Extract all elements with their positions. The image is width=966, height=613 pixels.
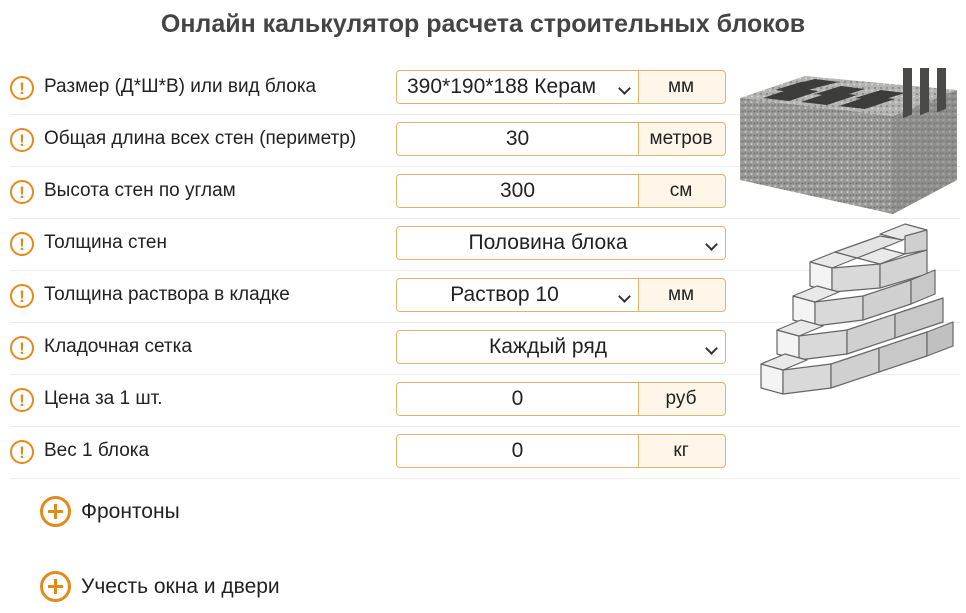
mortar-thickness-select[interactable]: Раствор 10 [397,279,639,311]
gables-toggle[interactable]: Фронтоны [40,496,180,527]
chevron-down-icon [705,342,718,355]
mortar-thickness-value: Раствор 10 [450,283,559,306]
wall-height-control: 300 см [396,174,726,208]
block-size-label: Размер (Д*Ш*В) или вид блока [44,76,317,97]
block-weight-input[interactable]: 0 [397,435,639,467]
wall-thickness-control: Половина блока [396,226,726,260]
block-weight-unit: кг [673,440,689,461]
row-block-weight: ! Вес 1 блока 0 кг [10,427,960,479]
mortar-thickness-control: Раствор 10 мм [396,278,726,312]
gables-label: Фронтоны [81,499,180,523]
mortar-thickness-unit: мм [667,284,695,305]
price-unit: руб [665,388,697,409]
block-size-value: 390*190*188 Керам [407,75,596,98]
page-title: Онлайн калькулятор расчета строительных … [160,10,806,38]
exclamation-circle-icon[interactable]: ! [10,128,34,152]
masonry-mesh-select[interactable]: Каждый ряд [397,331,725,363]
exclamation-circle-icon[interactable]: ! [10,180,34,204]
wall-height-unit: см [669,180,693,201]
wall-height-label: Высота стен по углам [44,180,236,201]
plus-circle-icon [40,496,71,527]
price-label: Цена за 1 шт. [44,388,163,409]
chevron-down-icon [618,290,631,303]
masonry-mesh-value: Каждый ряд [489,335,607,358]
perimeter-control: 30 метров [396,122,726,156]
wall-thickness-select[interactable]: Половина блока [397,227,725,259]
windows-doors-toggle[interactable]: Учесть окна и двери [40,571,280,602]
block-weight-label: Вес 1 блока [44,440,150,461]
block-size-select[interactable]: 390*190*188 Керам [397,71,639,103]
chevron-down-icon [705,238,718,251]
chevron-down-icon [618,82,631,95]
block-wall-image [760,223,954,395]
windows-doors-label: Учесть окна и двери [81,574,280,598]
masonry-mesh-control: Каждый ряд [396,330,726,364]
wall-thickness-label: Толщина стен [44,232,167,253]
plus-circle-icon [40,571,71,602]
exclamation-circle-icon[interactable]: ! [10,388,34,412]
price-control: 0 руб [396,382,726,416]
exclamation-circle-icon[interactable]: ! [10,76,34,100]
perimeter-input[interactable]: 30 [397,123,639,155]
perimeter-label: Общая длина всех стен (периметр) [44,128,357,149]
ceramic-block-image [740,68,957,214]
exclamation-circle-icon[interactable]: ! [10,284,34,308]
mortar-thickness-label: Толщина раствора в кладке [44,284,290,305]
exclamation-circle-icon[interactable]: ! [10,232,34,256]
wall-height-input[interactable]: 300 [397,175,639,207]
block-size-unit: мм [667,76,695,97]
block-weight-control: 0 кг [396,434,726,468]
exclamation-circle-icon[interactable]: ! [10,336,34,360]
wall-thickness-value: Половина блока [468,231,628,254]
block-size-control: 390*190*188 Керам мм [396,70,726,104]
perimeter-unit: метров [649,128,713,149]
masonry-mesh-label: Кладочная сетка [44,336,192,357]
exclamation-circle-icon[interactable]: ! [10,440,34,464]
price-input[interactable]: 0 [397,383,639,415]
